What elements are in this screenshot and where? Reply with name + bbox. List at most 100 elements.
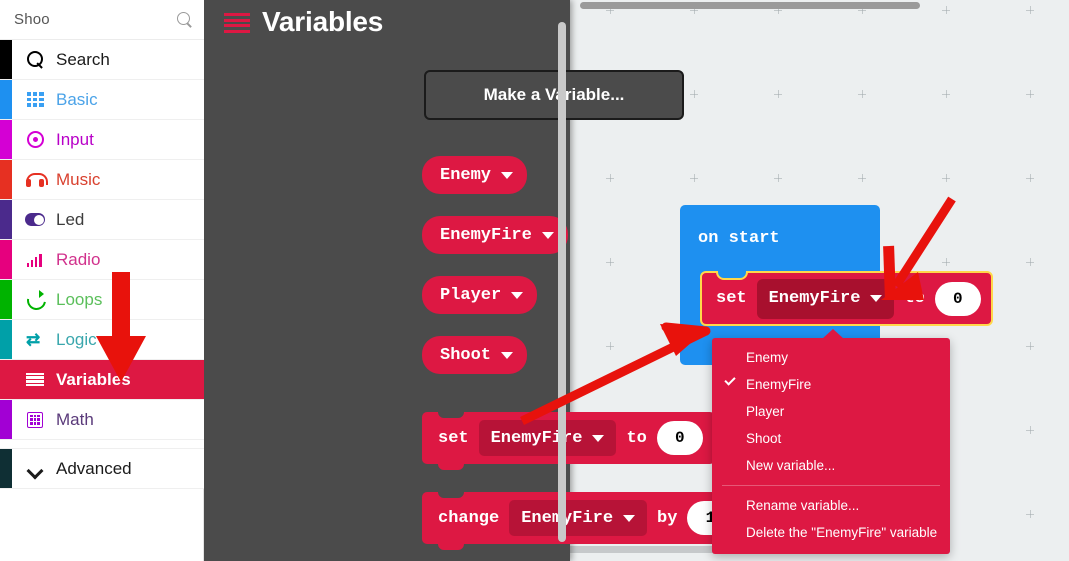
- variable-label: EnemyFire: [440, 225, 532, 245]
- change-verb-label: change: [438, 508, 500, 528]
- variable-dropdown-menu[interactable]: Enemy EnemyFire Player Shoot New variabl…: [712, 329, 950, 554]
- sidebar-item-label: Music: [56, 169, 101, 189]
- sidebar-item-label: Loops: [56, 289, 103, 309]
- search-icon[interactable]: [177, 12, 192, 27]
- loop-arrow-icon: [22, 287, 48, 313]
- flyout-scrollbar[interactable]: [558, 22, 566, 542]
- headphones-icon: [22, 167, 48, 193]
- category-color-strip: [0, 400, 12, 439]
- sidebar-item-loops[interactable]: Loops: [0, 280, 204, 320]
- category-color-strip: [0, 320, 12, 359]
- flyout-change-block[interactable]: change EnemyFire by 1: [422, 492, 746, 550]
- set-value-input[interactable]: 0: [934, 281, 981, 316]
- category-color-strip: [0, 120, 12, 159]
- variable-reporter-enemyfire[interactable]: EnemyFire: [422, 216, 568, 254]
- menu-item-enemyfire[interactable]: EnemyFire: [712, 371, 950, 398]
- sidebar-item-label: Led: [56, 209, 85, 229]
- sidebar-item-label: Math: [56, 409, 94, 429]
- category-color-strip: [0, 200, 12, 239]
- make-a-variable-label: Make a Variable...: [483, 85, 625, 104]
- variable-dropdown-value: EnemyFire: [768, 289, 861, 308]
- category-color-strip: [0, 360, 12, 399]
- chevron-down-icon[interactable]: [623, 514, 636, 522]
- led-toggle-icon: [22, 207, 48, 233]
- category-color-strip: [0, 40, 12, 79]
- category-color-strip: [0, 160, 12, 199]
- chevron-down-icon[interactable]: [541, 231, 554, 239]
- variable-label: Enemy: [440, 165, 492, 185]
- sidebar-item-advanced[interactable]: Advanced: [0, 449, 204, 489]
- variable-label: Player: [440, 285, 502, 305]
- menu-item-new-variable[interactable]: New variable...: [712, 452, 950, 479]
- variable-dropdown-field[interactable]: EnemyFire: [756, 278, 895, 319]
- chevron-down-icon[interactable]: [870, 295, 883, 302]
- chevron-down-icon[interactable]: [501, 351, 514, 359]
- sidebar-item-music[interactable]: Music: [0, 160, 204, 200]
- sidebar-item-label: Advanced: [56, 458, 132, 478]
- variable-reporter-shoot[interactable]: Shoot: [422, 336, 528, 374]
- set-value-input[interactable]: 0: [656, 421, 703, 455]
- menu-item-label: Shoot: [746, 431, 782, 446]
- flyout-title-label: Variables: [262, 6, 384, 37]
- category-color-strip: [0, 80, 12, 119]
- sidebar-divider: [0, 440, 204, 449]
- chevron-down-icon[interactable]: [592, 434, 605, 442]
- set-verb-label: set: [438, 428, 469, 448]
- grid-icon: [22, 87, 48, 113]
- set-connector-label: to: [626, 428, 647, 448]
- variable-dropdown-field[interactable]: EnemyFire: [478, 420, 617, 456]
- shuffle-icon: ⇄: [26, 330, 41, 349]
- sidebar-item-label: Input: [56, 129, 94, 149]
- make-a-variable-button[interactable]: Make a Variable...: [424, 70, 684, 120]
- search-box[interactable]: Shoo: [0, 0, 204, 40]
- check-icon: [724, 374, 736, 386]
- menu-item-enemy[interactable]: Enemy: [712, 344, 950, 371]
- sidebar-item-led[interactable]: Led: [0, 200, 204, 240]
- menu-item-delete-variable[interactable]: Delete the "EnemyFire" variable: [712, 519, 950, 546]
- sidebar-item-variables[interactable]: Variables: [0, 360, 204, 400]
- variable-reporter-enemy[interactable]: Enemy: [422, 156, 528, 194]
- signal-bars-icon: [22, 247, 48, 273]
- lines-icon: [224, 13, 250, 33]
- category-color-strip: [0, 449, 12, 488]
- chevron-down-icon[interactable]: [511, 291, 524, 299]
- calculator-icon: [22, 407, 48, 433]
- chevron-down-icon: [22, 456, 48, 482]
- menu-item-label: Rename variable...: [746, 498, 860, 513]
- sidebar-item-radio[interactable]: Radio: [0, 240, 204, 280]
- input-target-icon: [22, 127, 48, 153]
- variable-reporter-player[interactable]: Player: [422, 276, 538, 314]
- workspace-scrollbar-top[interactable]: [580, 2, 920, 9]
- category-color-strip: [0, 280, 12, 319]
- variable-dropdown-value: EnemyFire: [521, 508, 614, 528]
- sidebar-item-label: Variables: [56, 369, 131, 389]
- variable-dropdown-value: EnemyFire: [490, 428, 583, 448]
- set-verb-label: set: [716, 289, 747, 308]
- toolbox-sidebar[interactable]: Shoo Search Basic Input Music Led Radio …: [0, 0, 204, 561]
- sidebar-item-label: Search: [56, 49, 110, 69]
- chevron-down-icon[interactable]: [501, 171, 514, 179]
- variable-label: Shoot: [440, 345, 492, 365]
- category-color-strip: [0, 240, 12, 279]
- sidebar-item-math[interactable]: Math: [0, 400, 204, 440]
- menu-item-rename-variable[interactable]: Rename variable...: [712, 492, 950, 519]
- menu-item-player[interactable]: Player: [712, 398, 950, 425]
- change-connector-label: by: [657, 508, 678, 528]
- variables-flyout-panel[interactable]: Variables Make a Variable... Enemy Enemy…: [204, 0, 746, 561]
- flyout-set-block[interactable]: set EnemyFire to 0: [422, 412, 715, 470]
- sidebar-item-basic[interactable]: Basic: [0, 80, 204, 120]
- sidebar-item-label: Logic: [56, 329, 97, 349]
- sidebar-item-search[interactable]: Search: [0, 40, 204, 80]
- menu-item-label: Player: [746, 404, 785, 419]
- menu-item-label: New variable...: [746, 458, 836, 473]
- lines-icon: [22, 367, 48, 393]
- search-icon: [22, 47, 48, 73]
- menu-item-label: EnemyFire: [746, 377, 812, 392]
- variable-dropdown-field[interactable]: EnemyFire: [509, 500, 648, 536]
- sidebar-item-input[interactable]: Input: [0, 120, 204, 160]
- workspace-set-block[interactable]: set EnemyFire to 0: [700, 271, 993, 326]
- flyout-header: Variables: [204, 0, 570, 38]
- sidebar-item-logic[interactable]: ⇄ Logic: [0, 320, 204, 360]
- search-input[interactable]: Shoo: [14, 11, 177, 28]
- menu-item-shoot[interactable]: Shoot: [712, 425, 950, 452]
